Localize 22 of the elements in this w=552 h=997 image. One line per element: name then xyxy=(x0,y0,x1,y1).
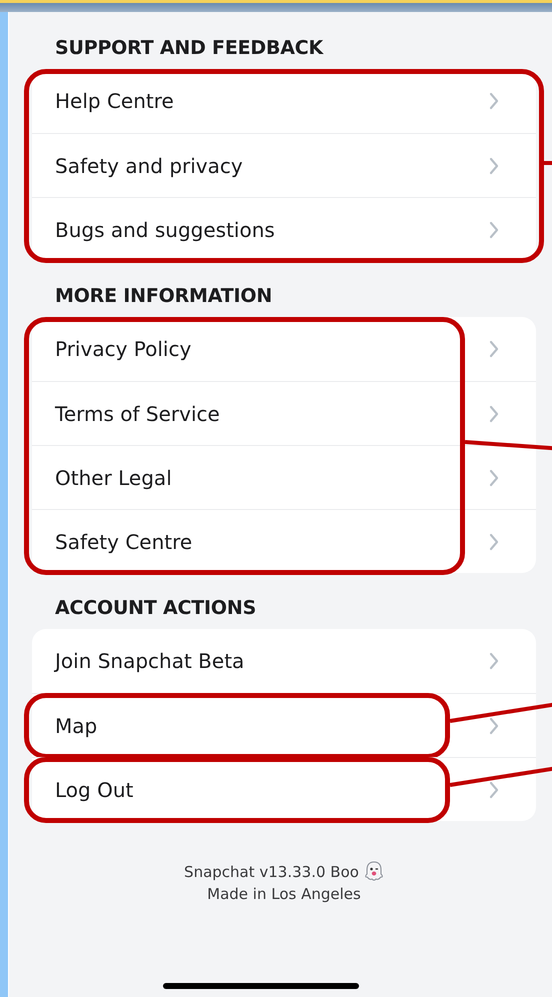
section-heading: SUPPORT AND FEEDBACK xyxy=(54,36,324,61)
chevron-right-icon xyxy=(489,340,499,358)
chevron-right-icon xyxy=(489,404,499,422)
ghost-icon xyxy=(364,861,384,883)
chevron-right-icon xyxy=(489,156,499,174)
chevron-right-icon xyxy=(489,468,499,486)
version-text: Snapchat v13.33.0 Boo xyxy=(184,863,359,881)
settings-item[interactable]: Privacy Policy xyxy=(32,317,536,381)
settings-item[interactable]: Bugs and suggestions xyxy=(32,197,536,261)
chevron-right-icon xyxy=(489,92,499,110)
section-heading: MORE INFORMATION xyxy=(54,284,274,309)
chevron-right-icon xyxy=(489,780,499,798)
settings-item[interactable]: Safety and privacy xyxy=(32,133,536,197)
settings-item[interactable]: Help Centre xyxy=(32,69,536,133)
settings-item[interactable]: Safety Centre xyxy=(32,509,536,573)
chevron-right-icon xyxy=(489,716,499,734)
settings-item[interactable]: Join Snapchat Beta xyxy=(32,629,536,693)
chevron-right-icon xyxy=(489,652,499,670)
chevron-right-icon xyxy=(489,220,499,238)
chevron-right-icon xyxy=(489,532,499,550)
location-text: Made in Los Angeles xyxy=(207,885,361,903)
section-heading: ACCOUNT ACTIONS xyxy=(54,596,258,621)
